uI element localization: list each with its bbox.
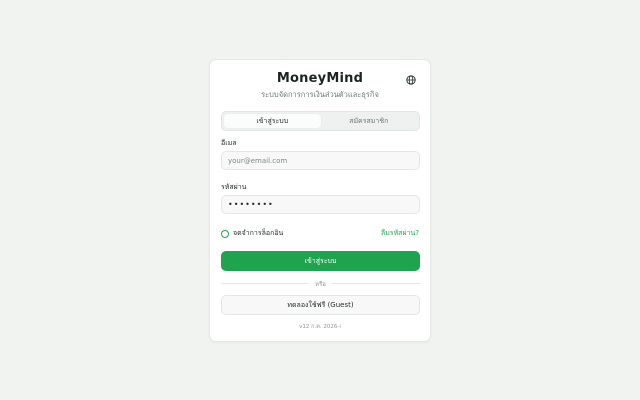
- auth-tabs: เข้าสู่ระบบ สมัครสมาชิก: [221, 111, 420, 131]
- app-subtitle: ระบบจัดการการเงินส่วนตัวและธุรกิจ: [261, 90, 379, 99]
- globe-icon[interactable]: [406, 75, 416, 85]
- divider-text: หรือ: [315, 281, 326, 288]
- remember-me[interactable]: จดจำการล็อกอิน: [221, 228, 283, 239]
- app-title: MoneyMind: [276, 71, 364, 86]
- email-label: อีเมล: [221, 139, 237, 147]
- remember-checkbox[interactable]: [221, 229, 229, 238]
- login-button[interactable]: เข้าสู่ระบบ: [221, 251, 420, 271]
- version-text: v12 ก.ค. 2026-i: [299, 324, 341, 330]
- login-card: MoneyMind ระบบจัดการการเงินส่วนตัวและธุร…: [209, 59, 431, 342]
- guest-button[interactable]: ทดลองใช้ฟรี (Guest): [221, 295, 420, 315]
- tab-login[interactable]: เข้าสู่ระบบ: [224, 114, 321, 128]
- password-label: รหัสผ่าน: [221, 183, 247, 191]
- remember-label: จดจำการล็อกอิน: [233, 229, 284, 237]
- forgot-password-link[interactable]: ลืมรหัสผ่าน?: [381, 228, 419, 239]
- or-divider: หรือ: [221, 279, 420, 288]
- password-input[interactable]: ••••••••: [221, 195, 420, 214]
- tab-register[interactable]: สมัครสมาชิก: [321, 114, 418, 128]
- email-input[interactable]: your@email.com: [221, 151, 420, 170]
- divider-line-right: [332, 283, 420, 284]
